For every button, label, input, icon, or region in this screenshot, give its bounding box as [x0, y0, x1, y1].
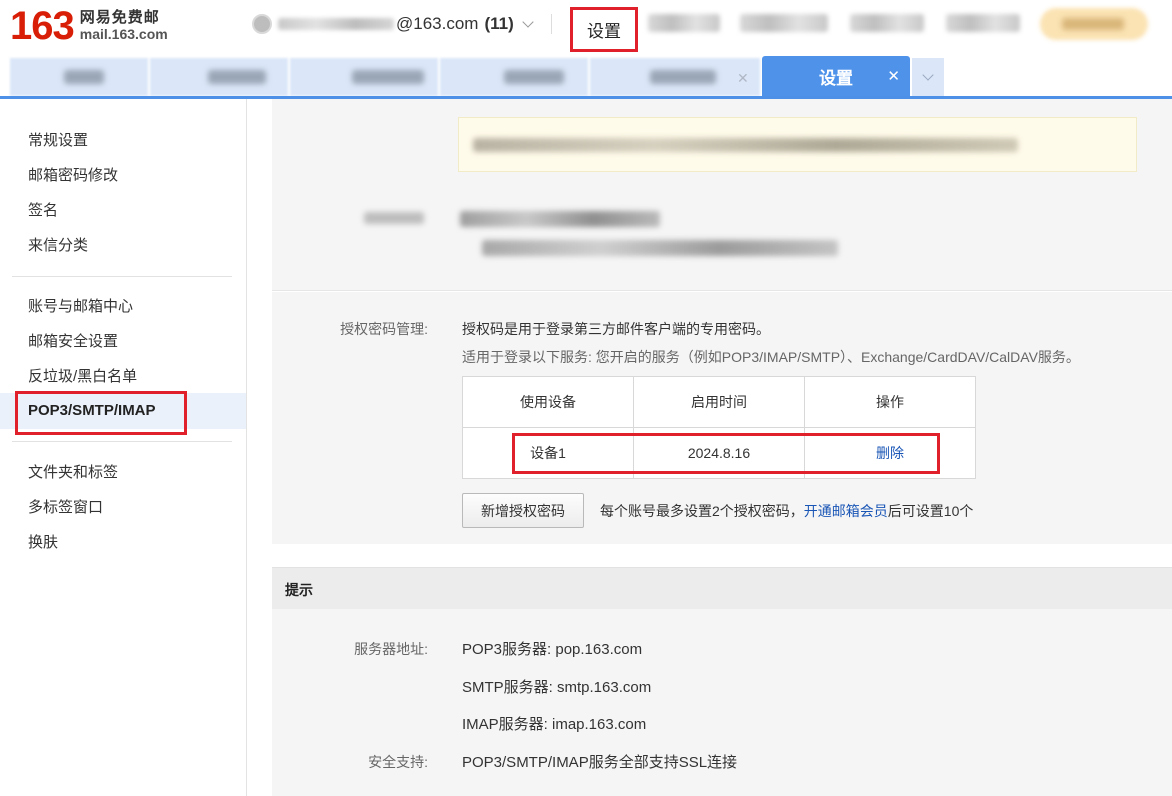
notice-text-redacted: [473, 138, 1018, 152]
sidebar-item-mail-rules[interactable]: 来信分类: [28, 236, 88, 256]
field-label-redacted: [364, 212, 424, 224]
nav-link-redacted[interactable]: [740, 14, 828, 32]
sidebar-divider: [12, 276, 232, 277]
field-value-redacted: [482, 240, 838, 256]
tab-bar: ✕ 设置 ✕: [0, 56, 1172, 99]
settings-sidebar: 常规设置 邮箱密码修改 签名 来信分类 账号与邮箱中心 邮箱安全设置 反垃圾/黑…: [0, 99, 247, 796]
server-address-label: 服务器地址:: [354, 641, 428, 657]
auth-services: 适用于登录以下服务: 您开启的服务（例如POP3/IMAP/SMTP）、Exch…: [462, 349, 1080, 365]
auth-limit-note: 每个账号最多设置2个授权密码，开通邮箱会员后可设置10个: [600, 503, 974, 519]
ssl-label: 安全支持:: [368, 754, 428, 770]
sidebar-item-general[interactable]: 常规设置: [28, 131, 88, 151]
sidebar-item-antispam[interactable]: 反垃圾/黑白名单: [28, 367, 137, 387]
smtp-server: SMTP服务器: smtp.163.com: [462, 679, 652, 696]
sidebar-item-password[interactable]: 邮箱密码修改: [28, 166, 118, 186]
account-username-redacted: [278, 18, 394, 30]
sidebar-item-multi-tab[interactable]: 多标签窗口: [28, 498, 103, 518]
chevron-down-icon[interactable]: [522, 16, 534, 28]
settings-main: 授权密码管理: 授权码是用于登录第三方邮件客户端的专用密码。 适用于登录以下服务…: [272, 99, 1172, 796]
nav-link-redacted[interactable]: [946, 14, 1020, 32]
imap-server: IMAP服务器: imap.163.com: [462, 716, 647, 733]
logo-number: 163: [10, 4, 75, 48]
notice-banner: [458, 117, 1137, 172]
column-header-time: 启用时间: [691, 394, 747, 410]
nav-settings-link[interactable]: 设置: [570, 7, 638, 52]
highlight-annotation: [15, 391, 187, 435]
close-icon[interactable]: ✕: [887, 67, 900, 85]
logo[interactable]: 163 网易免费邮 mail.163.com: [10, 4, 168, 48]
logo-title: 网易免费邮: [79, 9, 160, 26]
sidebar-item-account-center[interactable]: 账号与邮箱中心: [28, 297, 133, 317]
sidebar-item-skin[interactable]: 换肤: [28, 533, 58, 553]
close-icon[interactable]: ✕: [737, 70, 749, 87]
field-value-redacted: [460, 211, 660, 227]
logo-domain: mail.163.com: [79, 26, 168, 42]
tab-settings[interactable]: 设置 ✕: [762, 56, 910, 97]
auth-label: 授权密码管理:: [340, 321, 428, 337]
account-domain: @163.com: [396, 14, 479, 33]
sidebar-item-signature[interactable]: 签名: [28, 201, 58, 221]
column-header-device: 使用设备: [520, 394, 576, 410]
auth-description: 授权码是用于登录第三方邮件客户端的专用密码。: [462, 321, 770, 337]
column-header-action: 操作: [876, 394, 904, 410]
chevron-down-icon: [922, 69, 934, 81]
pop3-server: POP3服务器: pop.163.com: [462, 641, 643, 658]
divider: [551, 14, 552, 34]
nav-link-redacted[interactable]: [850, 14, 924, 32]
vip-badge-label-redacted: [1062, 18, 1124, 30]
ssl-support: POP3/SMTP/IMAP服务全部支持SSL连接: [462, 754, 738, 771]
unread-count: (11): [484, 14, 514, 33]
highlight-annotation: [512, 433, 940, 474]
top-bar: 163 网易免费邮 mail.163.com @163.com (11) 设置: [0, 0, 1172, 56]
tab-settings-label: 设置: [819, 69, 853, 88]
tab-overflow-button[interactable]: [912, 58, 944, 96]
tips-title: 提示: [285, 582, 313, 598]
account-switcher[interactable]: @163.com (11): [252, 12, 534, 36]
nav-link-redacted[interactable]: [648, 14, 720, 32]
sidebar-item-security[interactable]: 邮箱安全设置: [28, 332, 118, 352]
upgrade-vip-link[interactable]: 开通邮箱会员: [804, 503, 888, 519]
tips-header: 提示: [272, 567, 1172, 609]
service-status-panel: [272, 99, 1172, 291]
sidebar-item-folders-tags[interactable]: 文件夹和标签: [28, 463, 118, 483]
sidebar-divider: [12, 441, 232, 442]
add-auth-code-button[interactable]: 新增授权密码: [462, 493, 584, 528]
avatar: [252, 14, 272, 34]
